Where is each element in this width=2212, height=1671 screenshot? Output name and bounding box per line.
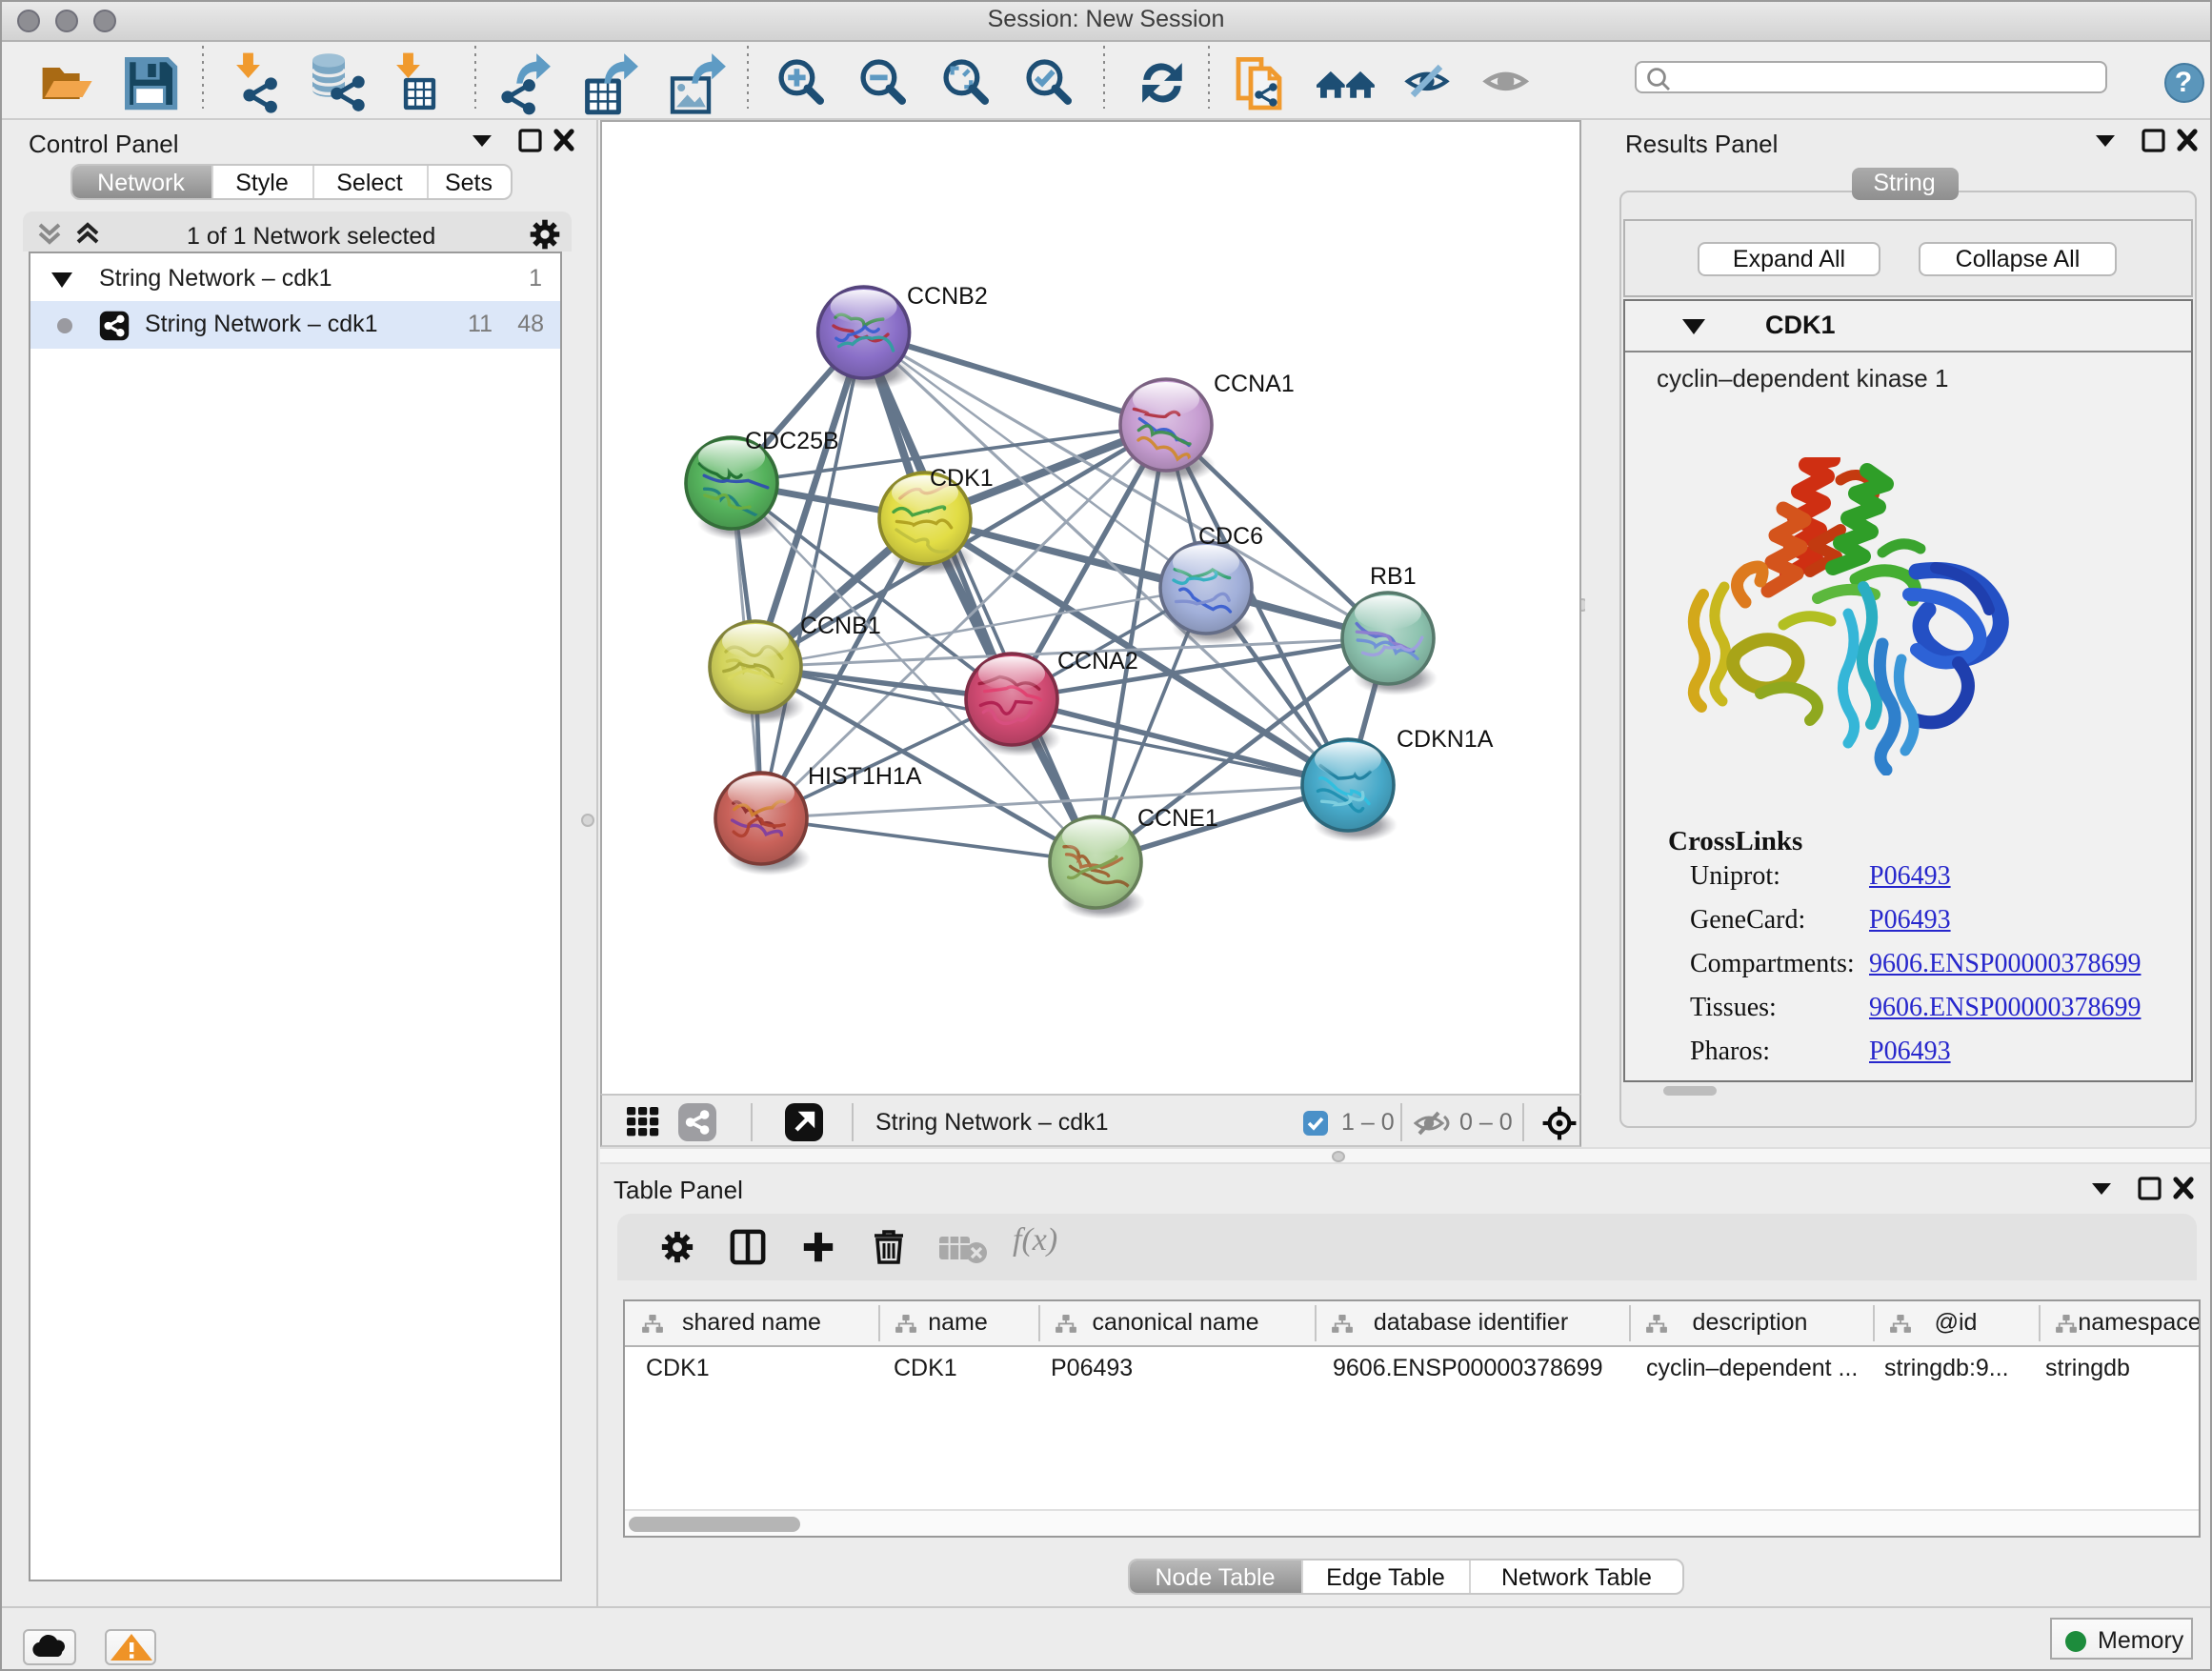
- svg-text:CCNB2: CCNB2: [907, 283, 988, 310]
- svg-text:HIST1H1A: HIST1H1A: [808, 763, 922, 790]
- svg-text:CCNA2: CCNA2: [1057, 648, 1138, 674]
- svg-text:RB1: RB1: [1370, 563, 1417, 590]
- svg-text:CDKN1A: CDKN1A: [1397, 726, 1494, 753]
- svg-text:CCNE1: CCNE1: [1137, 805, 1218, 832]
- svg-text:CDC6: CDC6: [1198, 523, 1263, 550]
- svg-text:CDK1: CDK1: [930, 465, 994, 492]
- svg-text:CCNB1: CCNB1: [800, 613, 881, 639]
- svg-text:CDC25B: CDC25B: [745, 428, 839, 454]
- svg-text:CCNA1: CCNA1: [1214, 371, 1295, 397]
